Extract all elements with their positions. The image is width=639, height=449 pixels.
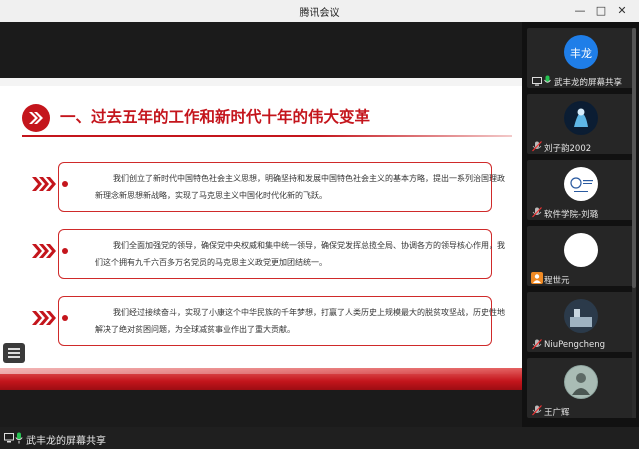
participant-name: 程世元: [544, 276, 570, 286]
avatar: [564, 101, 598, 135]
maximize-icon[interactable]: □: [593, 3, 609, 19]
slide-heading: 一、过去五年的工作和新时代十年的伟大变革: [60, 108, 371, 126]
avatar: [564, 167, 598, 201]
participant-tile[interactable]: NiuPengcheng: [527, 292, 634, 352]
mic-on-icon: [544, 75, 551, 83]
minimize-icon[interactable]: —: [572, 3, 588, 19]
window-title: 腾讯会议: [299, 8, 340, 19]
close-icon[interactable]: ✕: [614, 3, 630, 19]
slide-footer-band: [0, 368, 522, 390]
mic-off-icon: [532, 141, 542, 152]
presentation-slide: 一、过去五年的工作和新时代十年的伟大变革 我们创立了新时代中国特色社会主义思想，…: [0, 78, 522, 390]
triple-chevron-icon: [32, 244, 56, 258]
mic-off-icon: [532, 339, 542, 350]
participant-name: 武丰龙的屏幕共享: [554, 78, 623, 88]
avatar: [564, 365, 598, 399]
text-box: 我们全面加强党的领导，确保党中央权威和集中统一领导，确保党发挥总揽全局、协调各方…: [58, 229, 505, 279]
share-status-label: 武丰龙的屏幕共享: [26, 436, 106, 447]
bullet-dot: [62, 315, 68, 321]
text-box: 我们经过接续奋斗，实现了小康这个中华民族的千年梦想，打赢了人类历史上规模最大的脱…: [58, 296, 505, 346]
participant-name: 刘子韵2002: [544, 144, 592, 154]
scrollbar-thumb[interactable]: [632, 28, 636, 288]
chevron-badge-icon: [22, 104, 50, 132]
participant-tile[interactable]: 软件学院-刘璐: [527, 160, 634, 220]
slide-item-1: 我们创立了新时代中国特色社会主义思想，明确坚持和发展中国特色社会主义的基本方略，…: [32, 162, 505, 214]
heading-underline: [22, 135, 512, 137]
participant-name: 软件学院-刘璐: [544, 210, 599, 220]
text-box: 我们创立了新时代中国特色社会主义思想，明确坚持和发展中国特色社会主义的基本方略，…: [58, 162, 505, 212]
item-text: 我们创立了新时代中国特色社会主义思想，明确坚持和发展中国特色社会主义的基本方略，…: [95, 174, 505, 200]
participant-tile[interactable]: 丰龙 武丰龙的屏幕共享: [527, 28, 634, 88]
mic-off-icon: [532, 207, 542, 218]
participant-tile[interactable]: 程世元: [527, 226, 634, 286]
bullet-dot: [62, 248, 68, 254]
participant-panel: 丰龙 武丰龙的屏幕共享 刘子韵2002 软件学院-刘璐 程世元 NiuPengc…: [522, 22, 639, 427]
menu-toggle-icon[interactable]: [3, 343, 25, 363]
screen-share-status: 武丰龙的屏幕共享: [0, 429, 522, 449]
screen-share-icon: [532, 77, 542, 86]
avatar: 丰龙: [564, 35, 598, 69]
item-text: 我们全面加强党的领导，确保党中央权威和集中统一领导，确保党发挥总揽全局、协调各方…: [95, 241, 505, 267]
avatar: [564, 233, 598, 267]
slide-top-strip: [0, 78, 522, 86]
user-badge-icon: [531, 272, 543, 284]
bullet-dot: [62, 181, 68, 187]
screen-share-icon: [4, 433, 14, 443]
triple-chevron-icon: [32, 311, 56, 325]
participant-name: NiuPengcheng: [544, 340, 606, 350]
shared-screen-area: 一、过去五年的工作和新时代十年的伟大变革 我们创立了新时代中国特色社会主义思想，…: [0, 22, 522, 447]
triple-chevron-icon: [32, 177, 56, 191]
avatar: [564, 299, 598, 333]
participant-tile[interactable]: 刘子韵2002: [527, 94, 634, 154]
title-bar: 腾讯会议 — □ ✕: [0, 0, 639, 23]
item-text: 我们经过接续奋斗，实现了小康这个中华民族的千年梦想，打赢了人类历史上规模最大的脱…: [95, 308, 505, 334]
mic-off-icon: [532, 405, 542, 416]
slide-item-3: 我们经过接续奋斗，实现了小康这个中华民族的千年梦想，打赢了人类历史上规模最大的脱…: [32, 296, 505, 348]
avatar-initials: 丰龙: [570, 47, 592, 60]
slide-item-2: 我们全面加强党的领导，确保党中央权威和集中统一领导，确保党发挥总揽全局、协调各方…: [32, 229, 505, 281]
participant-name: 王广辉: [544, 408, 570, 418]
mic-on-icon: [15, 432, 23, 444]
participant-tile[interactable]: 王广辉: [527, 358, 634, 418]
